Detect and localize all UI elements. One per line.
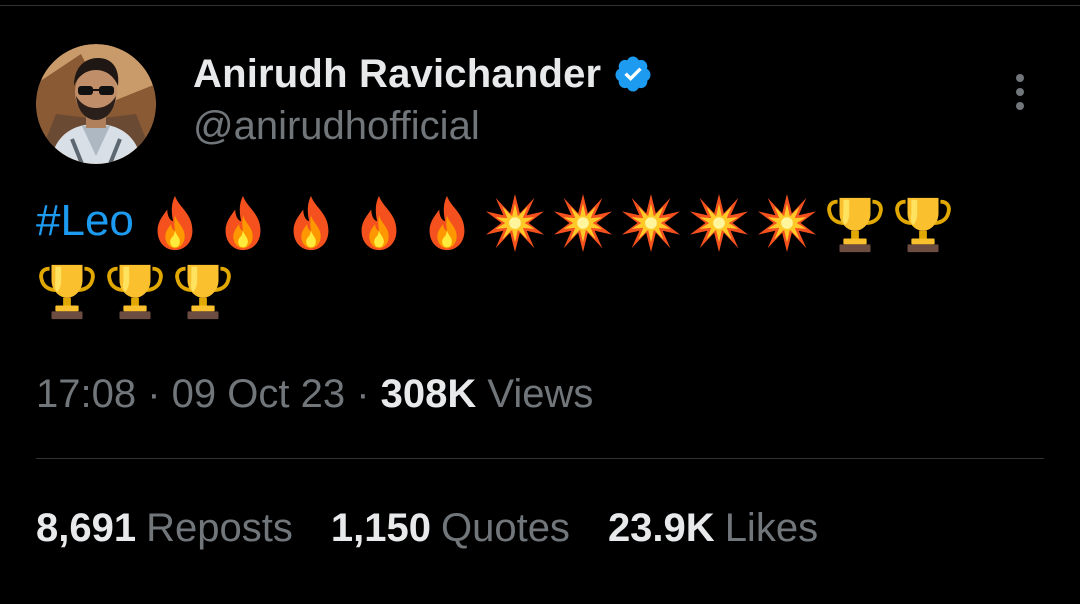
fire-emoji	[348, 192, 410, 254]
engagement-stats: 8,691 Reposts 1,150 Quotes 23.9K Likes	[36, 506, 818, 551]
likes-label: Likes	[724, 506, 819, 550]
fire-emoji	[212, 192, 274, 254]
meta-separator: ·	[345, 372, 381, 416]
quotes-stat[interactable]: 1,150 Quotes	[331, 506, 570, 551]
fire-emoji	[144, 192, 206, 254]
collision-emoji	[620, 192, 682, 254]
collision-emoji	[484, 192, 546, 254]
likes-stat[interactable]: 23.9K Likes	[608, 506, 818, 551]
quotes-count: 1,150	[330, 506, 431, 550]
top-divider	[0, 0, 1080, 6]
collision-emoji	[688, 192, 750, 254]
views-label: Views	[487, 372, 594, 416]
hashtag-link[interactable]: #Leo	[36, 196, 134, 245]
tweet-date[interactable]: 09 Oct 23	[172, 372, 345, 416]
reposts-count: 8,691	[36, 506, 137, 550]
verified-badge-icon	[613, 54, 653, 94]
collision-emoji	[552, 192, 614, 254]
reposts-stat[interactable]: 8,691 Reposts	[36, 506, 293, 551]
views-count: 308K	[380, 372, 477, 416]
tweet-text: #Leo	[36, 188, 1046, 321]
reposts-label: Reposts	[146, 506, 293, 550]
meta-separator: ·	[136, 372, 172, 416]
author-display-name[interactable]: Anirudh Ravichander	[193, 52, 601, 97]
trophy-emoji	[824, 192, 886, 254]
trophy-emoji	[172, 259, 234, 321]
author-name-row[interactable]: Anirudh Ravichander	[193, 50, 653, 98]
trophy-emoji	[36, 259, 98, 321]
trophy-emoji	[892, 192, 954, 254]
more-options-icon[interactable]	[1005, 70, 1035, 114]
emoji-row	[144, 192, 954, 254]
avatar[interactable]	[36, 44, 156, 164]
divider	[36, 458, 1044, 459]
trophy-emoji	[104, 259, 166, 321]
tweet-meta: 17:08 · 09 Oct 23 · 308K Views	[36, 372, 593, 417]
quotes-label: Quotes	[440, 506, 570, 550]
tweet-time[interactable]: 17:08	[36, 372, 136, 416]
likes-count: 23.9K	[607, 506, 715, 550]
fire-emoji	[416, 192, 478, 254]
collision-emoji	[756, 192, 818, 254]
fire-emoji	[280, 192, 342, 254]
emoji-row-2	[36, 259, 234, 321]
author-handle[interactable]: @anirudhofficial	[193, 104, 480, 149]
